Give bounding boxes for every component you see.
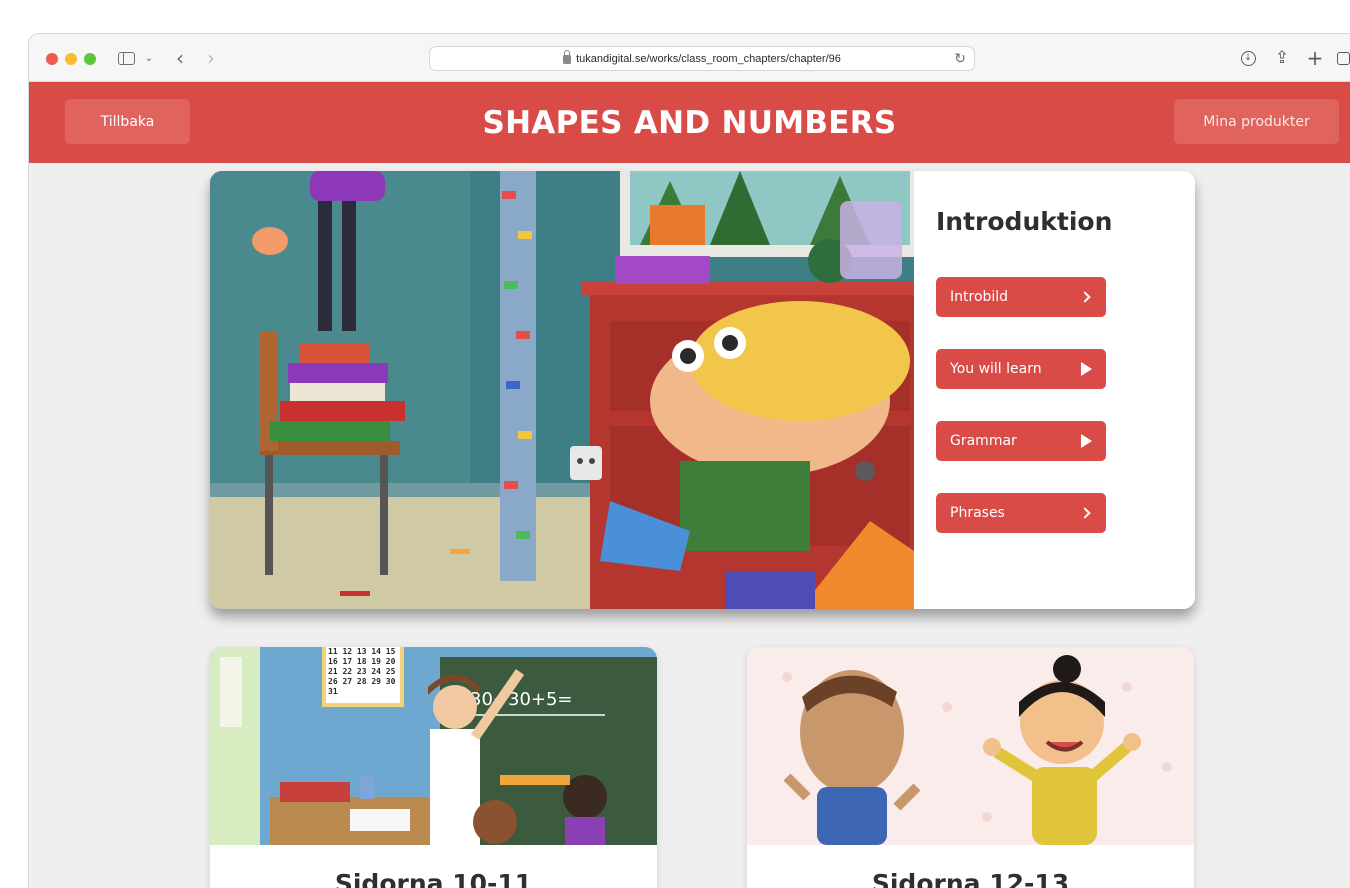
chevron-right-icon: [1079, 493, 1092, 533]
back-button[interactable]: Tillbaka: [65, 99, 190, 144]
calendar-row: 16 17 18 19 20: [328, 657, 396, 666]
new-tab-icon[interactable]: +: [1304, 46, 1326, 70]
grammar-button[interactable]: Grammar: [936, 421, 1106, 461]
tab-overview-icon[interactable]: [1332, 46, 1350, 70]
intro-panel: Introduktion Introbild You will learn Gr…: [914, 171, 1195, 609]
grammar-label: Grammar: [950, 433, 1017, 449]
my-products-button[interactable]: Mina produkter: [1174, 99, 1339, 144]
chapter-illustration-kids: [747, 647, 1194, 845]
you-will-learn-button[interactable]: You will learn: [936, 349, 1106, 389]
zoom-window-button[interactable]: [84, 53, 96, 65]
calendar-row: 31: [328, 687, 338, 696]
chevron-down-icon[interactable]: ⌄: [142, 46, 156, 70]
url-text: tukandigital.se/works/class_room_chapter…: [576, 52, 841, 65]
calendar-row: 11 12 13 14 15: [328, 647, 396, 656]
close-window-button[interactable]: [46, 53, 58, 65]
forward-arrow-icon[interactable]: ›: [201, 46, 221, 70]
phrases-label: Phrases: [950, 505, 1005, 521]
introbild-label: Introbild: [950, 289, 1009, 305]
you-will-learn-label: You will learn: [950, 361, 1042, 377]
share-icon[interactable]: ⇪: [1271, 46, 1293, 70]
chapter-illustration-classroom: 30+30+5= 11 12 13 14 15 16 17 18 19 20 2…: [210, 647, 657, 845]
sidebar-toggle-icon[interactable]: [115, 46, 137, 70]
chapter-title: Sidorna 12-13: [871, 869, 1070, 888]
reload-icon[interactable]: ↻: [954, 50, 966, 67]
minimize-window-button[interactable]: [65, 53, 77, 65]
calendar-row: 26 27 28 29 30: [328, 677, 396, 686]
intro-illustration[interactable]: [210, 171, 914, 609]
play-icon: [1081, 421, 1092, 461]
lock-icon: [563, 50, 572, 64]
chapter-card-10-11[interactable]: 30+30+5= 11 12 13 14 15 16 17 18 19 20 2…: [210, 647, 657, 888]
calendar-row: 21 22 23 24 25: [328, 667, 396, 676]
intro-card: Introduktion Introbild You will learn Gr…: [210, 171, 1195, 609]
browser-toolbar: ⌄ ‹ › tukandigital.se/works/class_room_c…: [29, 34, 1350, 82]
phrases-button[interactable]: Phrases: [936, 493, 1106, 533]
page-title: SHAPES AND NUMBERS: [482, 104, 897, 141]
browser-window: ⌄ ‹ › tukandigital.se/works/class_room_c…: [29, 34, 1350, 888]
chapter-title: Sidorna 10-11: [334, 869, 533, 888]
introbild-button[interactable]: Introbild: [936, 277, 1106, 317]
app-header: SHAPES AND NUMBERS Tillbaka Mina produkt…: [29, 82, 1350, 163]
back-arrow-icon[interactable]: ‹: [170, 46, 190, 70]
play-icon: [1081, 349, 1092, 389]
intro-heading: Introduktion: [936, 207, 1113, 236]
chapter-card-12-13[interactable]: Sidorna 12-13: [747, 647, 1194, 888]
download-icon[interactable]: ↓: [1237, 46, 1259, 70]
chevron-right-icon: [1079, 277, 1092, 317]
address-bar[interactable]: tukandigital.se/works/class_room_chapter…: [429, 46, 975, 71]
chalkboard-text: 30+30+5=: [470, 689, 573, 710]
